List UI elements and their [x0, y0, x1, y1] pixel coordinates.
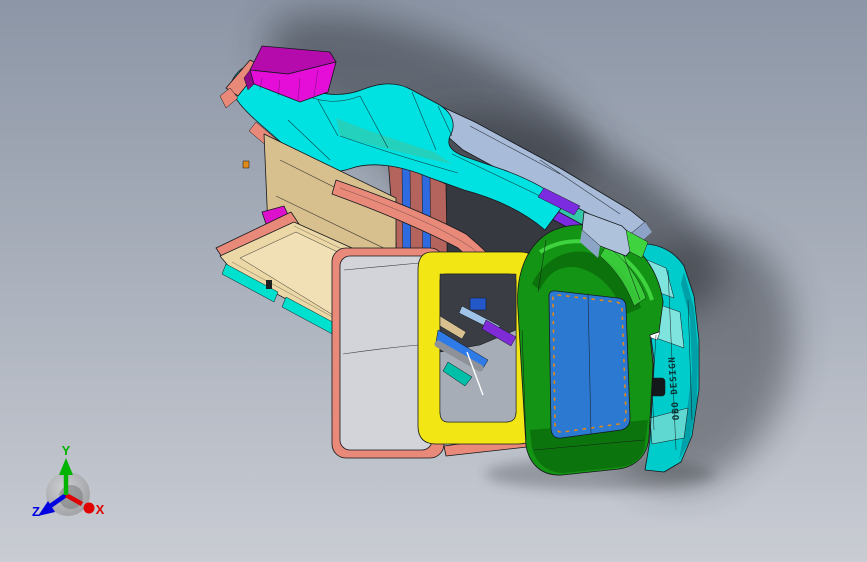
front-green-clip[interactable] [517, 224, 664, 476]
cad-viewport[interactable]: OBO DESIGN Y Z X [0, 0, 867, 562]
deck-bracket [266, 280, 272, 289]
interior-bracket-blue [469, 297, 487, 311]
door-opening [434, 273, 517, 423]
x-axis-label: X [96, 502, 105, 517]
roof-clip [242, 160, 250, 169]
y-axis-label: Y [62, 443, 71, 458]
z-axis-label: Z [32, 504, 40, 519]
x-axis-arrow[interactable] [83, 502, 95, 514]
